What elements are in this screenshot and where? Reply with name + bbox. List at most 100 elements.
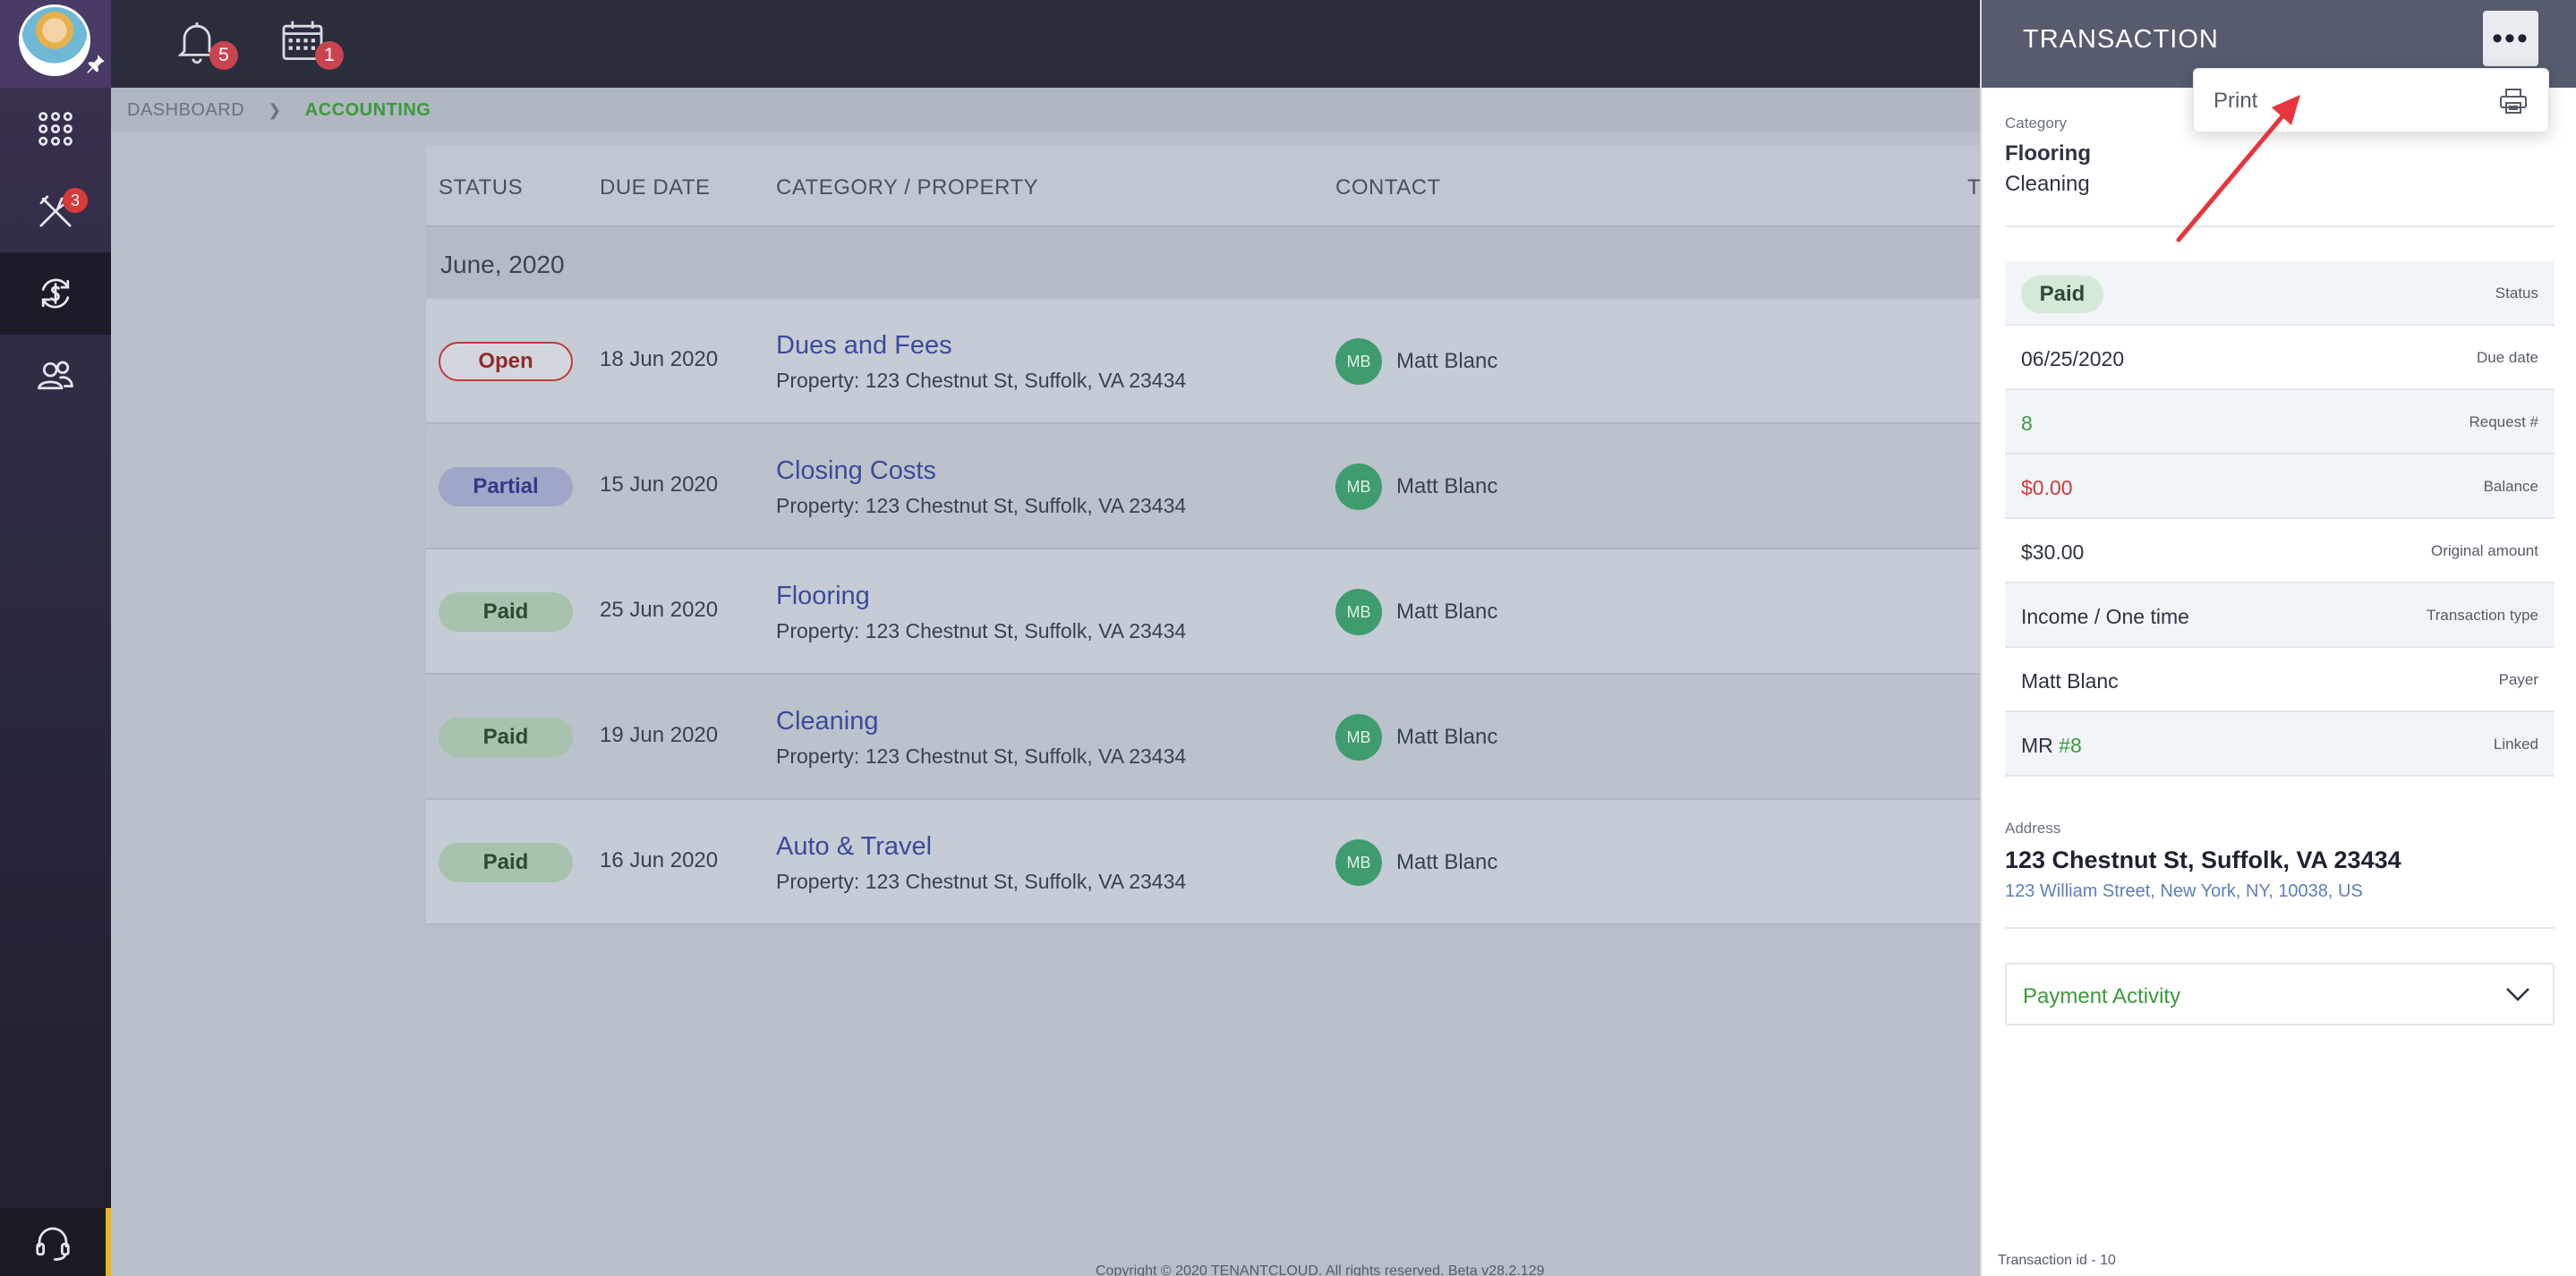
detail-key: Transaction type [2426,607,2538,624]
printer-icon[interactable] [2498,87,2529,115]
details-list: Paid Status 06/25/2020 Due date 8 Reques… [2005,261,2555,777]
property-text: Property: 123 Chestnut St, Suffolk, VA 2… [776,494,1187,517]
avatar[interactable] [19,4,90,76]
support-button[interactable] [0,1208,111,1276]
detail-row-status: Paid Status [2005,261,2555,326]
status-badge: Open [439,342,573,381]
divider [2005,927,2555,929]
column-truncated[interactable]: T [1967,175,1981,200]
breadcrumb-separator-icon: ❯ [268,100,282,119]
property-text: Property: 123 Chestnut St, Suffolk, VA 2… [776,619,1187,642]
apps-grid-icon [38,112,73,146]
month-group-label: June, 2020 [440,251,565,278]
month-group: June, 2020 [426,229,1980,297]
category-value: Cleaning [2005,172,2090,196]
headset-icon [36,1227,70,1261]
category-link[interactable]: Dues and Fees [776,331,952,361]
request-link[interactable]: 8 [2021,412,2033,436]
detail-row-request: 8 Request # [2005,390,2555,455]
contact-avatar: MB [1335,464,1382,510]
detail-key: Status [2495,285,2538,302]
sidebar-item-accounting[interactable] [0,252,111,335]
top-bar: 5 1 [111,0,1980,88]
more-options-button[interactable]: ••• [2483,11,2538,66]
pin-icon[interactable] [84,52,107,75]
contact-name[interactable]: Matt Blanc [1396,850,1497,875]
category-link[interactable]: Flooring [776,582,870,611]
transactions-table: STATUS DUE DATE CATEGORY / PROPERTY CONT… [426,145,1981,925]
detail-value: $0.00 [2021,476,2073,499]
due-date: 16 Jun 2020 [600,848,719,872]
contact-avatar: MB [1335,714,1382,761]
table-header: STATUS DUE DATE CATEGORY / PROPERTY CONT… [426,145,1981,227]
category-link[interactable]: Auto & Travel [776,832,932,862]
contact-avatar: MB [1335,839,1382,886]
annotation-arrow-icon [2176,95,2300,242]
contact-avatar: MB [1335,338,1382,385]
detail-key: Linked [2493,736,2538,753]
detail-row-due-date: 06/25/2020 Due date [2005,326,2555,390]
status-badge: Paid [2021,276,2103,313]
category-label: Category [2005,115,2067,132]
detail-key: Original amount [2430,542,2538,559]
column-status[interactable]: STATUS [439,175,523,200]
address-label: Address [2005,820,2061,837]
detail-value: Matt Blanc [2021,669,2119,693]
table-row[interactable]: Paid 16 Jun 2020 Auto & Travel Property:… [426,800,1980,925]
detail-row-transaction-type: Income / One time Transaction type [2005,583,2555,648]
sidebar: 3 [0,0,111,1276]
sidebar-item-contacts[interactable] [0,335,111,417]
breadcrumb: DASHBOARD ❯ ACCOUNTING [111,88,1980,132]
category-link[interactable]: Cleaning [776,707,878,736]
status-badge: Paid [439,718,573,757]
transaction-id: Transaction id - 10 [1998,1253,2116,1268]
category-value: Flooring [2005,141,2091,166]
status-badge: Paid [439,843,573,882]
status-badge: Paid [439,592,573,632]
category-section: Category Flooring Cleaning [2005,115,2091,197]
chevron-down-icon [2506,988,2529,1001]
detail-key: Balance [2483,478,2538,495]
detail-value: 06/25/2020 [2021,347,2125,370]
contacts-icon [38,361,73,390]
sidebar-item-tools[interactable]: 3 [0,170,111,252]
detail-key: Payer [2498,671,2538,688]
table-row[interactable]: Paid 19 Jun 2020 Cleaning Property: 123 … [426,675,1980,800]
status-badge: Partial [439,467,573,506]
category-link[interactable]: Closing Costs [776,456,936,486]
tools-badge: 3 [63,188,88,213]
panel-title: TRANSACTION [2023,25,2219,54]
contact-name[interactable]: Matt Blanc [1396,474,1497,499]
table-row[interactable]: Partial 15 Jun 2020 Closing Costs Proper… [426,424,1980,549]
detail-row-original-amount: $30.00 Original amount [2005,519,2555,583]
payment-activity-accordion[interactable]: Payment Activity [2005,963,2555,1025]
accounting-icon [41,278,70,309]
linked-prefix: MR [2021,734,2053,757]
due-date: 25 Jun 2020 [600,598,719,622]
contact-name[interactable]: Matt Blanc [1396,349,1497,374]
sidebar-item-apps[interactable] [0,88,111,170]
detail-value: $30.00 [2021,540,2085,564]
due-date: 15 Jun 2020 [600,472,719,497]
profile-area[interactable] [0,0,111,88]
copyright-text: Copyright © 2020 TENANTCLOUD. All rights… [1096,1263,1545,1276]
detail-value: MR #8 [2021,734,2082,758]
address-main: 123 Chestnut St, Suffolk, VA 23434 [2005,846,2401,873]
notifications-badge: 5 [209,41,238,70]
linked-link[interactable]: #8 [2059,734,2082,757]
property-text: Property: 123 Chestnut St, Suffolk, VA 2… [776,744,1187,768]
column-due-date[interactable]: DUE DATE [600,175,711,200]
table-row[interactable]: Open 18 Jun 2020 Dues and Fees Property:… [426,299,1980,424]
detail-row-balance: $0.00 Balance [2005,455,2555,519]
calendar-badge: 1 [315,41,344,70]
address-sub: 123 William Street, New York, NY, 10038,… [2005,881,2363,901]
breadcrumb-accounting[interactable]: ACCOUNTING [305,100,431,121]
contact-name[interactable]: Matt Blanc [1396,600,1497,625]
detail-key: Request # [2469,413,2539,430]
column-category[interactable]: CATEGORY / PROPERTY [776,175,1038,200]
column-contact[interactable]: CONTACT [1335,175,1441,200]
table-row[interactable]: Paid 25 Jun 2020 Flooring Property: 123 … [426,549,1980,675]
contact-name[interactable]: Matt Blanc [1396,725,1497,750]
breadcrumb-dashboard[interactable]: DASHBOARD [127,100,244,121]
detail-row-payer: Matt Blanc Payer [2005,648,2555,712]
